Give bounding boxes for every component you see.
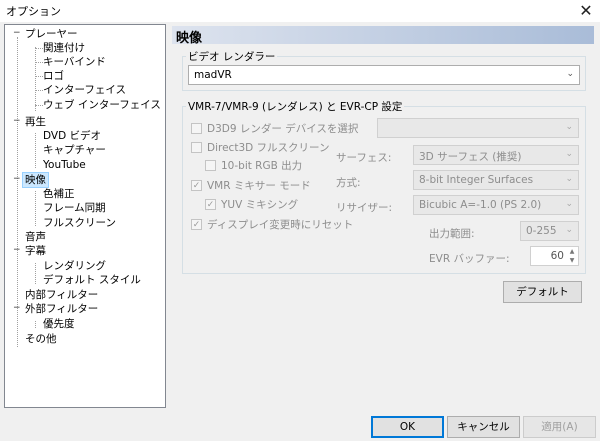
method-label: 方式: [336,177,361,189]
tree-line [35,47,36,111]
checkbox-box [205,160,216,171]
collapse-icon[interactable]: − [13,117,22,126]
checkbox-label: YUV ミキシング [221,199,299,211]
ok-button[interactable]: OK [371,416,444,438]
page-header: 映像 [172,26,594,46]
renderer-select-value: madVR [194,69,232,81]
renderer-group-label: ビデオ レンダラー [186,49,278,64]
tree-item-misc[interactable]: その他 [25,332,57,346]
surface-label: サーフェス: [336,152,392,164]
chevron-down-icon: ⌄ [565,149,573,159]
resizer-value: Bicubic A=-1.0 (PS 2.0) [419,199,542,211]
checkbox-label: VMR ミキサー モード [207,180,311,192]
checkbox-label: 10-bit RGB 出力 [221,160,303,172]
output-range-label: 出力範囲: [429,228,475,240]
check-icon: ✓ [191,219,202,230]
tree-item-frame-sync[interactable]: フレーム同期 [43,201,106,215]
tree-line [35,48,43,49]
tree-line [35,90,43,91]
resizer-label: リサイザー: [336,202,393,214]
check-icon: ✓ [205,199,216,210]
collapse-icon[interactable]: − [13,29,22,38]
collapse-icon[interactable]: − [13,175,22,184]
evr-buffer-label: EVR バッファー: [429,253,510,265]
vmr-group-label: VMR-7/VMR-9 (レンダレス) と EVR-CP 設定 [186,99,405,114]
tree-item-playback[interactable]: 再生 [25,115,46,129]
chevron-down-icon: ⌄ [565,174,573,184]
tree-line [35,321,36,328]
d3d9-device-select[interactable]: ⌄ [377,118,579,138]
title-bar: オプション ✕ [0,0,600,22]
method-value: 8-bit Integer Surfaces [419,174,534,186]
tree-item-default-style[interactable]: デフォルト スタイル [43,273,141,287]
checkbox-label: D3D9 レンダー デバイスを選択 [207,123,359,135]
checkbox-box [191,123,202,134]
close-icon[interactable]: ✕ [576,1,596,21]
method-select[interactable]: 8-bit Integer Surfaces ⌄ [413,170,579,190]
spin-up-icon[interactable]: ▲ [567,248,577,256]
surface-select[interactable]: 3D サーフェス (推奨) ⌄ [413,145,579,165]
tree-item-subtitles[interactable]: 字幕 [25,244,46,258]
tree-item-associations[interactable]: 関連付け [43,41,85,55]
tree-item-external-filters[interactable]: 外部フィルター [25,302,98,316]
surface-value: 3D サーフェス (推奨) [419,151,522,163]
spin-down-icon[interactable]: ▼ [567,257,577,265]
check-icon: ✓ [191,180,202,191]
tree-item-logo[interactable]: ロゴ [43,69,64,83]
chevron-down-icon: ⌄ [565,122,573,132]
chevron-down-icon: ⌄ [565,199,573,209]
evr-buffer-value: 60 [550,250,564,262]
tree-item-youtube[interactable]: YouTube [43,158,86,172]
chevron-down-icon: ⌄ [566,69,574,79]
options-tree[interactable]: − プレーヤー 関連付け キーバインド ロゴ インターフェイス ウェブ インター… [4,24,166,408]
evr-buffer-spinner[interactable]: 60 ▲ ▼ [530,246,579,266]
tree-item-keybindings[interactable]: キーバインド [43,55,106,69]
tree-line [35,105,43,106]
tree-item-interface[interactable]: インターフェイス [43,83,126,97]
collapse-icon[interactable]: − [13,246,22,255]
tree-item-fullscreen[interactable]: フルスクリーン [43,216,116,230]
checkbox-label: ディスプレイ変更時にリセット [207,219,354,231]
tree-item-capture[interactable]: キャプチャー [43,143,106,157]
tree-line [35,62,43,63]
tree-item-dvd-video[interactable]: DVD ビデオ [43,129,101,143]
tree-line [35,133,36,168]
tree-line [35,263,36,284]
output-range-value: 0-255 [526,225,557,237]
tree-item-priority[interactable]: 優先度 [43,317,75,331]
tree-item-internal-filters[interactable]: 内部フィルター [25,288,98,302]
default-button[interactable]: デフォルト [503,281,582,303]
output-range-select[interactable]: 0-255 ⌄ [520,221,579,241]
cancel-button[interactable]: キャンセル [447,416,520,438]
chevron-down-icon: ⌄ [565,225,573,235]
tree-item-audio[interactable]: 音声 [25,230,46,244]
tree-item-web-interface[interactable]: ウェブ インターフェイス [43,98,161,112]
tree-item-rendering[interactable]: レンダリング [43,259,106,273]
checkbox-label: Direct3D フルスクリーン [207,142,330,154]
checkbox-box [191,142,202,153]
collapse-icon[interactable]: − [13,304,22,313]
renderer-select[interactable]: madVR ⌄ [188,65,580,85]
tree-item-video-selected[interactable]: 映像 [22,172,49,188]
tree-line [35,76,43,77]
tree-line [17,37,18,347]
tree-item-player[interactable]: プレーヤー [25,27,78,41]
apply-button[interactable]: 適用(A) [523,416,596,438]
tree-line [35,191,36,226]
page-title: 映像 [176,31,203,46]
resizer-select[interactable]: Bicubic A=-1.0 (PS 2.0) ⌄ [413,195,579,215]
window-title: オプション [6,5,61,18]
tree-item-color-correction[interactable]: 色補正 [43,187,75,201]
